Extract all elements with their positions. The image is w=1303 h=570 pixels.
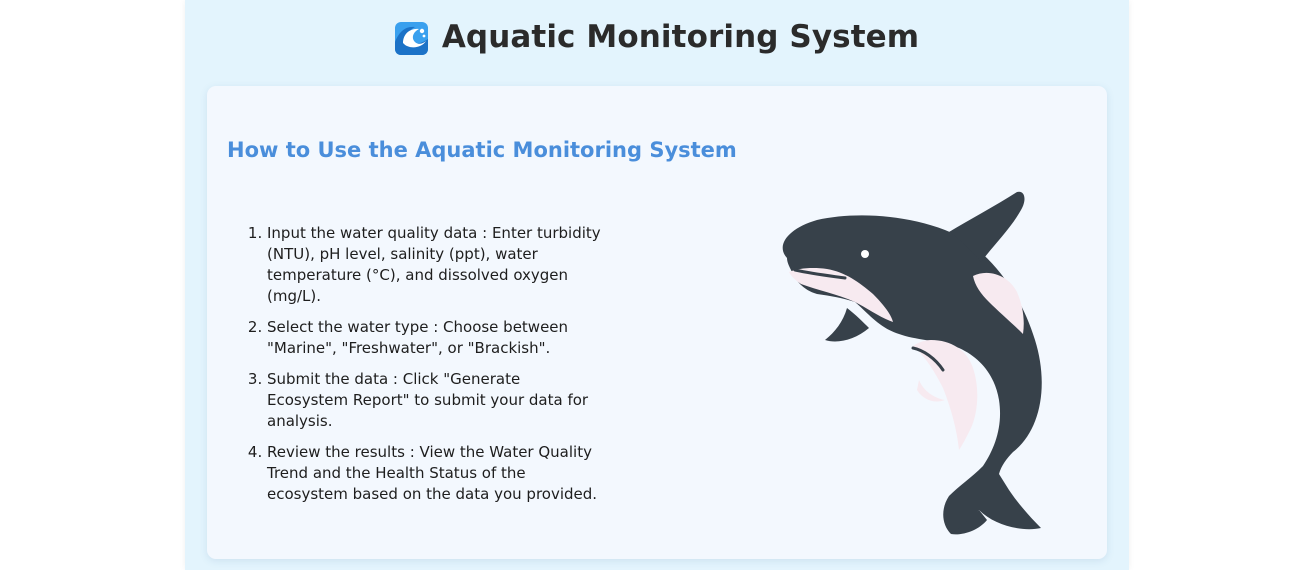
instructions-list: Input the water quality data : Enter tur… [247,223,602,515]
instruction-step: Review the results : View the Water Qual… [267,442,602,505]
instruction-step: Input the water quality data : Enter tur… [267,223,602,307]
instruction-step: Select the water type : Choose between "… [267,317,602,359]
page-container: Aquatic Monitoring System How to Use the… [185,0,1129,570]
orca-icon [782,191,1042,535]
page-title: Aquatic Monitoring System [441,19,920,55]
app-header: Aquatic Monitoring System [185,14,1129,60]
wave-icon [394,21,428,55]
instructions-card: How to Use the Aquatic Monitoring System… [207,86,1107,559]
instruction-step: Submit the data : Click "Generate Ecosys… [267,369,602,432]
instructions-heading: How to Use the Aquatic Monitoring System [227,138,737,162]
